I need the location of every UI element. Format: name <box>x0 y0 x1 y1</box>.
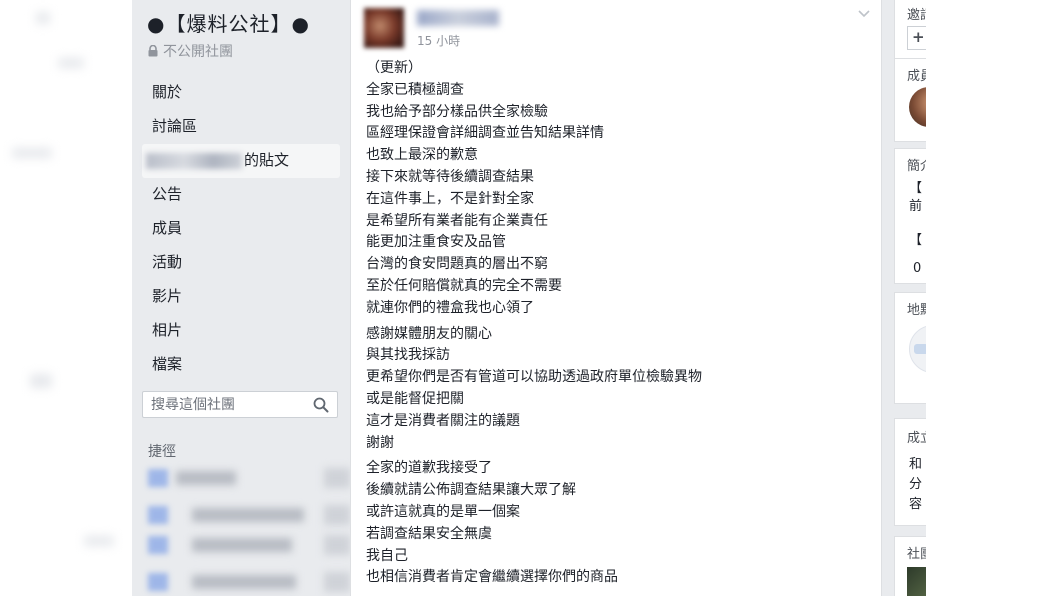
created-text: 和 <box>909 457 923 472</box>
shortcut-count <box>324 535 350 555</box>
nav-members[interactable]: 成員 <box>142 212 340 246</box>
lock-icon <box>148 45 158 57</box>
post-paragraph: 感謝媒體朋友的關心 與其找我採訪 更希望你們是否有管道可以協助透過政府單位檢驗異… <box>366 324 866 455</box>
created-text: 容 <box>909 497 923 512</box>
created-text: 分 <box>909 477 923 492</box>
post-line: 也相信消費者肯定會繼續選擇你們的商品 <box>366 569 618 586</box>
author-avatar[interactable] <box>364 8 404 48</box>
post-card: 15 小時 （更新） 全家已積極調查 我也給予部分樣品供全家檢驗 區經理保證會詳… <box>350 0 882 596</box>
group-privacy: 不公開社團 <box>148 41 233 61</box>
group-card: 社團 <box>894 536 926 596</box>
group-search[interactable] <box>142 391 338 418</box>
nav-about[interactable]: 關於 <box>142 76 340 110</box>
invite-label: 邀請 <box>907 8 926 23</box>
background-left <box>0 0 132 596</box>
search-input[interactable] <box>143 392 319 417</box>
post-line: 感謝媒體朋友的關心 <box>366 325 492 342</box>
shortcut-item[interactable] <box>148 504 358 526</box>
created-card: 成立 和 分 容 <box>894 418 926 526</box>
description-count: 0 <box>913 261 922 276</box>
shortcut-label <box>192 508 304 522</box>
redacted-name <box>146 152 242 169</box>
location-label: 地點 <box>907 303 926 318</box>
post-line: 這才是消費者關注的議題 <box>366 412 520 429</box>
post-line: 更希望你們是否有管道可以協助透過政府單位檢驗異物 <box>366 369 702 386</box>
invite-add-button[interactable]: + <box>907 26 926 50</box>
created-label: 成立 <box>907 431 926 446</box>
group-nav: 關於 討論區 的貼文 公告 成員 活動 影片 相片 檔案 <box>142 76 340 382</box>
shortcut-icon <box>148 573 168 591</box>
post-line: 能更加注重食安及品管 <box>366 234 506 251</box>
nav-files[interactable]: 檔案 <box>142 348 340 382</box>
post-line: 接下來就等待後續調查結果 <box>366 168 534 185</box>
post-line: 區經理保證會詳細調查並告知結果詳情 <box>366 125 604 142</box>
members-card: 成員 <box>894 58 926 142</box>
description-text: 【 <box>909 181 923 196</box>
nav-events[interactable]: 活動 <box>142 246 340 280</box>
post-line: 全家已積極調查 <box>366 81 464 98</box>
post-line: 後續就請公佈調查結果讓大眾了解 <box>366 482 576 499</box>
description-text: 前 <box>909 199 923 214</box>
nav-member-posts-label: 的貼文 <box>244 151 290 169</box>
nav-announcements[interactable]: 公告 <box>142 178 340 212</box>
shortcut-icon <box>148 506 168 524</box>
post-line: 我自己 <box>366 547 408 564</box>
search-icon[interactable] <box>313 397 329 413</box>
post-line: 謝謝 <box>366 434 394 451</box>
shortcuts-heading: 捷徑 <box>148 444 176 460</box>
post-line: 或是能督促把關 <box>366 390 464 407</box>
shortcut-item[interactable] <box>148 571 358 593</box>
post-line: 也致上最深的歉意 <box>366 147 478 164</box>
members-label: 成員 <box>907 69 926 84</box>
description-label: 簡介 <box>907 159 926 174</box>
post-line: 我也給予部分樣品供全家檢驗 <box>366 103 548 120</box>
right-column: 邀請 + 成員 簡介 【 前 【 0 地點 成立 和 分 容 社團 <box>894 0 926 596</box>
post-body: （更新） 全家已積極調查 我也給予部分樣品供全家檢驗 區經理保證會詳細調查並告知… <box>366 58 866 593</box>
post-line: 在這件事上，不是針對全家 <box>366 190 534 207</box>
post-line: 或許這就真的是單一個案 <box>366 503 520 520</box>
description-text: 【 <box>909 233 923 248</box>
group-card-label: 社團 <box>907 547 926 562</box>
shortcut-count <box>324 572 350 592</box>
chevron-down-icon[interactable] <box>857 8 871 20</box>
post-line: （更新） <box>366 60 422 76</box>
right-page-edge <box>926 0 1060 596</box>
group-thumbnail[interactable] <box>907 567 926 596</box>
shortcut-item[interactable] <box>148 467 358 489</box>
shortcut-label <box>192 538 292 552</box>
nav-member-posts[interactable]: 的貼文 <box>142 144 340 178</box>
nav-photos[interactable]: 相片 <box>142 314 340 348</box>
post-line: 若調查結果安全無虞 <box>366 525 492 542</box>
post-line: 至於任何賠償就真的完全不需要 <box>366 277 562 294</box>
shortcut-count <box>324 468 350 488</box>
post-line: 全家的道歉我接受了 <box>366 460 492 477</box>
post-line: 與其找我採訪 <box>366 347 450 364</box>
post-paragraph: （更新） 全家已積極調查 我也給予部分樣品供全家檢驗 區經理保證會詳細調查並告知… <box>366 58 866 320</box>
shortcut-icon <box>148 469 168 487</box>
map-thumbnail[interactable] <box>909 325 926 373</box>
plus-icon: + <box>912 28 925 46</box>
shortcut-label <box>176 471 236 485</box>
privacy-label: 不公開社團 <box>163 44 233 60</box>
member-avatar[interactable] <box>909 87 926 127</box>
location-card: 地點 <box>894 292 926 404</box>
group-name[interactable]: ●【爆料公社】● <box>147 8 310 37</box>
author-name-redacted[interactable] <box>417 10 499 26</box>
description-card: 簡介 【 前 【 0 <box>894 148 926 284</box>
nav-discussion[interactable]: 討論區 <box>142 110 340 144</box>
shortcut-count <box>324 505 350 525</box>
nav-videos[interactable]: 影片 <box>142 280 340 314</box>
shortcut-item[interactable] <box>148 534 358 556</box>
post-timestamp[interactable]: 15 小時 <box>417 32 460 49</box>
post-line: 台灣的食安問題真的層出不窮 <box>366 256 548 273</box>
shortcut-icon <box>148 536 168 554</box>
post-paragraph: 全家的道歉我接受了 後續就請公佈調查結果讓大眾了解 或許這就真的是單一個案 若調… <box>366 458 866 589</box>
post-line: 是希望所有業者能有企業責任 <box>366 212 548 229</box>
post-line: 就連你們的禮盒我也心領了 <box>366 299 534 316</box>
shortcut-label <box>192 575 296 589</box>
group-sidebar: ●【爆料公社】● 不公開社團 關於 討論區 的貼文 公告 成員 活動 影片 相片… <box>132 0 350 596</box>
